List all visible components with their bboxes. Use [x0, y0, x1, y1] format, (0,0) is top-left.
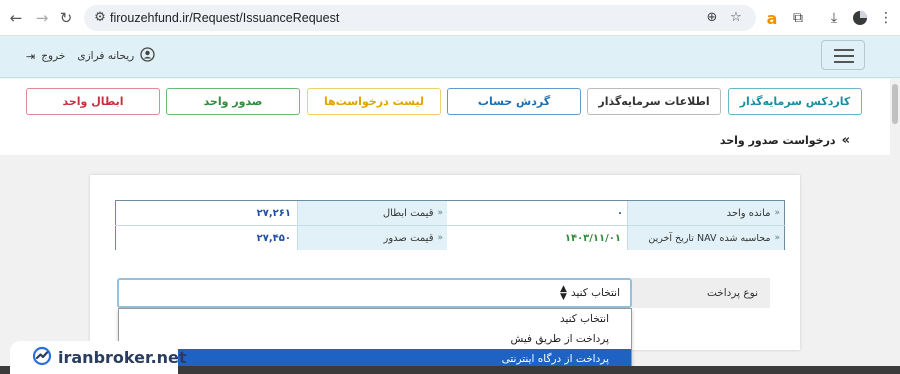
remaining-units-label-cell: مانده واحد » — [627, 201, 784, 225]
payment-type-label: نوع پرداخت — [632, 278, 770, 308]
last-nav-date-value: ۱۴۰۳/۱۱/۰۱ — [564, 232, 621, 244]
url-text[interactable]: firouzehfund.ir/Request/IssuanceRequest — [110, 5, 339, 31]
down-caret-icon: ▼ — [560, 292, 567, 302]
user-avatar-icon — [140, 47, 155, 65]
remaining-units-value: ۰ — [617, 207, 624, 219]
hamburger-line — [834, 49, 854, 51]
menu-button-issue-unit[interactable]: صدور واحد — [166, 88, 300, 115]
menu-label: اطلاعات سرمایه‌گذار — [598, 95, 710, 108]
star-icon[interactable]: ☆ — [728, 10, 744, 26]
hamburger-line — [834, 55, 854, 57]
redemption-price-label: قیمت ابطال — [382, 207, 434, 219]
bullet-icon: » — [774, 208, 780, 218]
download-icon[interactable]: ⤓ — [824, 8, 844, 28]
watermark: iranbroker.net — [10, 341, 187, 374]
option-label: پرداخت از درگاه اینترنتی — [501, 353, 609, 365]
payment-type-select[interactable]: ▲ ▼ انتخاب کنید — [117, 278, 632, 308]
user-area: ⇥ خروج ریحانه فرازی — [26, 47, 155, 65]
payment-type-dropdown: انتخاب کنید پرداخت از طریق فیش پرداخت از… — [118, 308, 632, 369]
watermark-text: iranbroker.net — [58, 348, 187, 367]
last-nav-date-label-cell: تاریخ آخرین NAV محاسبه شده » — [627, 226, 784, 250]
option-label: پرداخت از طریق فیش — [510, 333, 609, 345]
redemption-price-value-cell: ۲۷,۲۶۱ — [116, 201, 297, 225]
reload-icon[interactable]: ↻ — [56, 8, 76, 28]
remaining-units-value-cell: ۰ — [447, 201, 627, 225]
logout-link[interactable]: خروج — [41, 50, 65, 62]
redemption-price-label-cell: قیمت ابطال » — [297, 201, 447, 225]
back-arrow-icon[interactable]: ← — [6, 8, 26, 28]
scrollbar-thumb[interactable] — [892, 84, 898, 124]
hamburger-menu-button[interactable] — [821, 40, 865, 70]
last-nav-date-value-cell: ۱۴۰۳/۱۱/۰۱ — [447, 226, 627, 250]
hamburger-line — [834, 61, 854, 63]
issue-price-label-cell: قیمت صدور » — [297, 226, 447, 250]
site-settings-icon[interactable]: ⚙ — [92, 10, 108, 26]
bullet-icon: » — [437, 233, 443, 243]
menu-label: ابطال واحد — [62, 95, 124, 108]
remaining-units-label: مانده واحد — [726, 207, 771, 219]
logout-icon[interactable]: ⇥ — [26, 50, 35, 63]
payment-type-label-text: نوع پرداخت — [706, 287, 758, 299]
extensions-puzzle-icon[interactable]: ⧉ — [788, 8, 808, 28]
bullet-icon: » — [437, 208, 443, 218]
last-nav-date-label: تاریخ آخرین NAV محاسبه شده — [648, 232, 771, 244]
select-arrows-icon: ▲ ▼ — [560, 285, 567, 302]
address-bar[interactable]: ⚙ firouzehfund.ir/Request/IssuanceReques… — [84, 5, 756, 31]
dropdown-option[interactable]: انتخاب کنید — [119, 309, 631, 329]
menu-label: کاردکس سرمایه‌گذار — [739, 95, 851, 108]
iranbroker-logo-icon — [32, 346, 52, 369]
dropdown-option[interactable]: پرداخت از طریق فیش — [119, 329, 631, 349]
issue-price-value: ۲۷,۴۵۰ — [256, 232, 291, 244]
profile-icon[interactable] — [850, 8, 870, 28]
menu-button-investor-kardex[interactable]: کاردکس سرمایه‌گذار — [728, 88, 862, 115]
kebab-menu-icon[interactable]: ⋮ — [876, 8, 896, 28]
menu-label: صدور واحد — [203, 95, 263, 108]
issue-price-label: قیمت صدور — [383, 232, 434, 244]
menu-button-cancel-unit[interactable]: ابطال واحد — [26, 88, 160, 115]
menu-label: لیست درخواست‌ها — [323, 95, 425, 108]
menu-button-account-turnover[interactable]: گردش حساب — [447, 88, 581, 115]
option-label: انتخاب کنید — [559, 313, 609, 325]
payment-type-selected-value: انتخاب کنید — [570, 287, 620, 299]
amazon-extension-icon[interactable]: a — [762, 8, 782, 28]
breadcrumb: » درخواست صدور واحد — [720, 133, 850, 148]
user-name: ریحانه فرازی — [77, 50, 135, 62]
browser-toolbar: ← → ↻ ⚙ firouzehfund.ir/Request/Issuance… — [0, 0, 900, 36]
breadcrumb-arrow: » — [841, 133, 850, 148]
forward-arrow-icon[interactable]: → — [32, 8, 52, 28]
zoom-icon[interactable]: ⊕ — [704, 10, 720, 26]
bullet-icon: » — [774, 233, 780, 243]
menu-label: گردش حساب — [477, 95, 551, 108]
issue-price-value-cell: ۲۷,۴۵۰ — [116, 226, 297, 250]
redemption-price-value: ۲۷,۲۶۱ — [256, 207, 291, 219]
page-title: درخواست صدور واحد — [719, 134, 836, 147]
menu-button-investor-info[interactable]: اطلاعات سرمایه‌گذار — [587, 88, 721, 115]
menu-button-request-list[interactable]: لیست درخواست‌ها — [307, 88, 441, 115]
amazon-letter: a — [766, 8, 778, 28]
